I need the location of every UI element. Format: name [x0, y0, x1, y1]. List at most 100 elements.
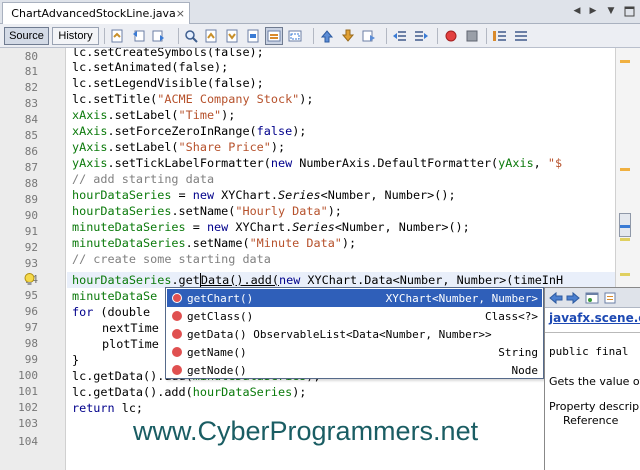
go-to-source-icon[interactable]: [603, 291, 617, 305]
editor-toolbar: Source History: [0, 24, 640, 48]
method-icon: [172, 311, 182, 321]
find-selection-icon[interactable]: [245, 28, 261, 44]
shift-right-icon[interactable]: [413, 28, 429, 44]
forward-icon[interactable]: [150, 28, 166, 44]
code-line-94: hourDataSeries.getData().add(new XYChart…: [72, 273, 564, 287]
stop-macro-recording-icon[interactable]: [464, 28, 480, 44]
javadoc-property-description: Property descrip: [549, 400, 640, 413]
code-line-101: lc.getData().add(hourDataSeries);: [72, 385, 307, 399]
code-line-99: }: [72, 353, 80, 367]
forward-arrow-icon[interactable]: [566, 291, 580, 305]
uncomment-icon[interactable]: [513, 28, 529, 44]
method-icon: [172, 329, 182, 339]
code-line-82: lc.setLegendVisible(false);: [72, 76, 264, 90]
javadoc-reference: Reference: [563, 414, 619, 427]
line-number: 81: [24, 65, 38, 78]
code-line-92: minuteDataSeries.setName("Minute Data");: [72, 236, 357, 250]
warning-mark[interactable]: [620, 168, 630, 171]
comment-icon[interactable]: [492, 28, 508, 44]
line-number: 100: [18, 369, 38, 382]
javadoc-toolbar: [545, 288, 640, 308]
toggle-bookmark-icon[interactable]: [361, 28, 377, 44]
last-edit-icon[interactable]: [109, 28, 125, 44]
previous-bookmark-icon[interactable]: [319, 28, 335, 44]
line-number: 93: [24, 257, 38, 270]
start-macro-recording-icon[interactable]: [443, 28, 459, 44]
code-line-95: minuteDataSe: [72, 289, 158, 303]
code-line-93: // create some starting data: [72, 252, 271, 266]
code-line-98: plotTime: [102, 337, 159, 351]
toolbar-separator: [104, 28, 105, 44]
code-line-84: xAxis.setLabel("Time");: [72, 108, 236, 122]
history-button[interactable]: History: [52, 27, 99, 45]
line-number: 95: [24, 289, 38, 302]
toolbar-separator: [486, 28, 487, 44]
line-number: 101: [18, 385, 38, 398]
shift-left-icon[interactable]: [392, 28, 408, 44]
toolbar-separator: [437, 28, 438, 44]
line-number: 91: [24, 225, 38, 238]
code-line-85: xAxis.setForceZeroInRange(false);: [72, 124, 307, 138]
warning-mark[interactable]: [620, 60, 630, 63]
line-number: 98: [24, 337, 38, 350]
back-arrow-icon[interactable]: [549, 291, 563, 305]
editor-tab-bar: ChartAdvancedStockLine.java × ◀ ▶ ▼: [0, 0, 640, 24]
open-in-browser-icon[interactable]: [585, 291, 599, 305]
find-next-icon[interactable]: [224, 28, 240, 44]
code-line-97: nextTime: [102, 321, 159, 335]
source-button[interactable]: Source: [4, 27, 49, 45]
line-number: 85: [24, 129, 38, 142]
occurrence-mark[interactable]: [620, 238, 630, 241]
line-number: 103: [18, 417, 38, 430]
javadoc-popup[interactable]: javafx.scene.c public final Gets the val…: [544, 287, 640, 470]
toggle-highlight-icon[interactable]: [265, 27, 283, 45]
code-line-83: lc.setTitle("ACME Company Stock");: [72, 92, 314, 106]
find-icon[interactable]: [183, 28, 199, 44]
code-line-81: lc.setAnimated(false);: [72, 60, 229, 74]
code-line-91: minuteDataSeries = new XYChart.Series<Nu…: [72, 220, 470, 234]
code-line-96: for (double: [72, 305, 151, 319]
line-number: 90: [24, 209, 38, 222]
method-icon: [172, 347, 182, 357]
file-tab[interactable]: ChartAdvancedStockLine.java ×: [2, 2, 190, 24]
completion-item[interactable]: getData() ObservableList<Data<Number, Nu…: [167, 325, 542, 343]
completion-item[interactable]: getChart() XYChart<Number, Number>: [167, 289, 542, 307]
completion-item[interactable]: getName() String: [167, 343, 542, 361]
find-previous-icon[interactable]: [203, 28, 219, 44]
method-icon: [172, 293, 182, 303]
javadoc-class-link[interactable]: javafx.scene.c: [549, 311, 640, 325]
toolbar-separator: [178, 28, 179, 44]
code-line-86: yAxis.setLabel("Share Price");: [72, 140, 286, 154]
completion-item[interactable]: getNode() Node: [167, 361, 542, 379]
divider: [545, 332, 640, 333]
caret-position-mark[interactable]: [620, 225, 630, 228]
code-line-102: return lc;: [72, 401, 144, 415]
code-line-89: hourDataSeries = new XYChart.Series<Numb…: [72, 188, 456, 202]
occurrence-mark[interactable]: [620, 273, 630, 276]
file-tab-label: ChartAdvancedStockLine.java: [11, 7, 176, 20]
line-number: 84: [24, 113, 38, 126]
code-completion-popup[interactable]: getChart() XYChart<Number, Number> getCl…: [165, 287, 544, 379]
hint-bulb-icon[interactable]: [24, 273, 35, 287]
code-editor[interactable]: lc.setCreateSymbols(false); lc.setAnimat…: [67, 48, 615, 470]
back-icon[interactable]: [131, 28, 147, 44]
javadoc-signature: public final: [549, 345, 629, 358]
watermark-text: www.CyberProgrammers.net: [133, 416, 479, 446]
maximize-icon[interactable]: [622, 4, 636, 18]
line-number: 96: [24, 305, 38, 318]
toggle-rectangular-selection-icon[interactable]: [287, 28, 303, 44]
line-number: 89: [24, 193, 38, 206]
line-number-gutter: 80 81 82 83 84 85 86 87 88 89 90 91 92 9…: [0, 48, 66, 470]
chevron-down-icon[interactable]: ▼: [604, 4, 618, 18]
close-tab-icon[interactable]: ×: [176, 7, 185, 20]
scroll-left-icon[interactable]: ◀: [570, 4, 584, 18]
scroll-right-icon[interactable]: ▶: [586, 4, 600, 18]
completion-item[interactable]: getClass() Class<?>: [167, 307, 542, 325]
line-number: 102: [18, 401, 38, 414]
method-icon: [172, 365, 182, 375]
toolbar-separator: [313, 28, 314, 44]
line-number: 82: [24, 81, 38, 94]
line-number: 88: [24, 177, 38, 190]
code-line-87: yAxis.setTickLabelFormatter(new NumberAx…: [72, 156, 563, 170]
next-bookmark-icon[interactable]: [340, 28, 356, 44]
